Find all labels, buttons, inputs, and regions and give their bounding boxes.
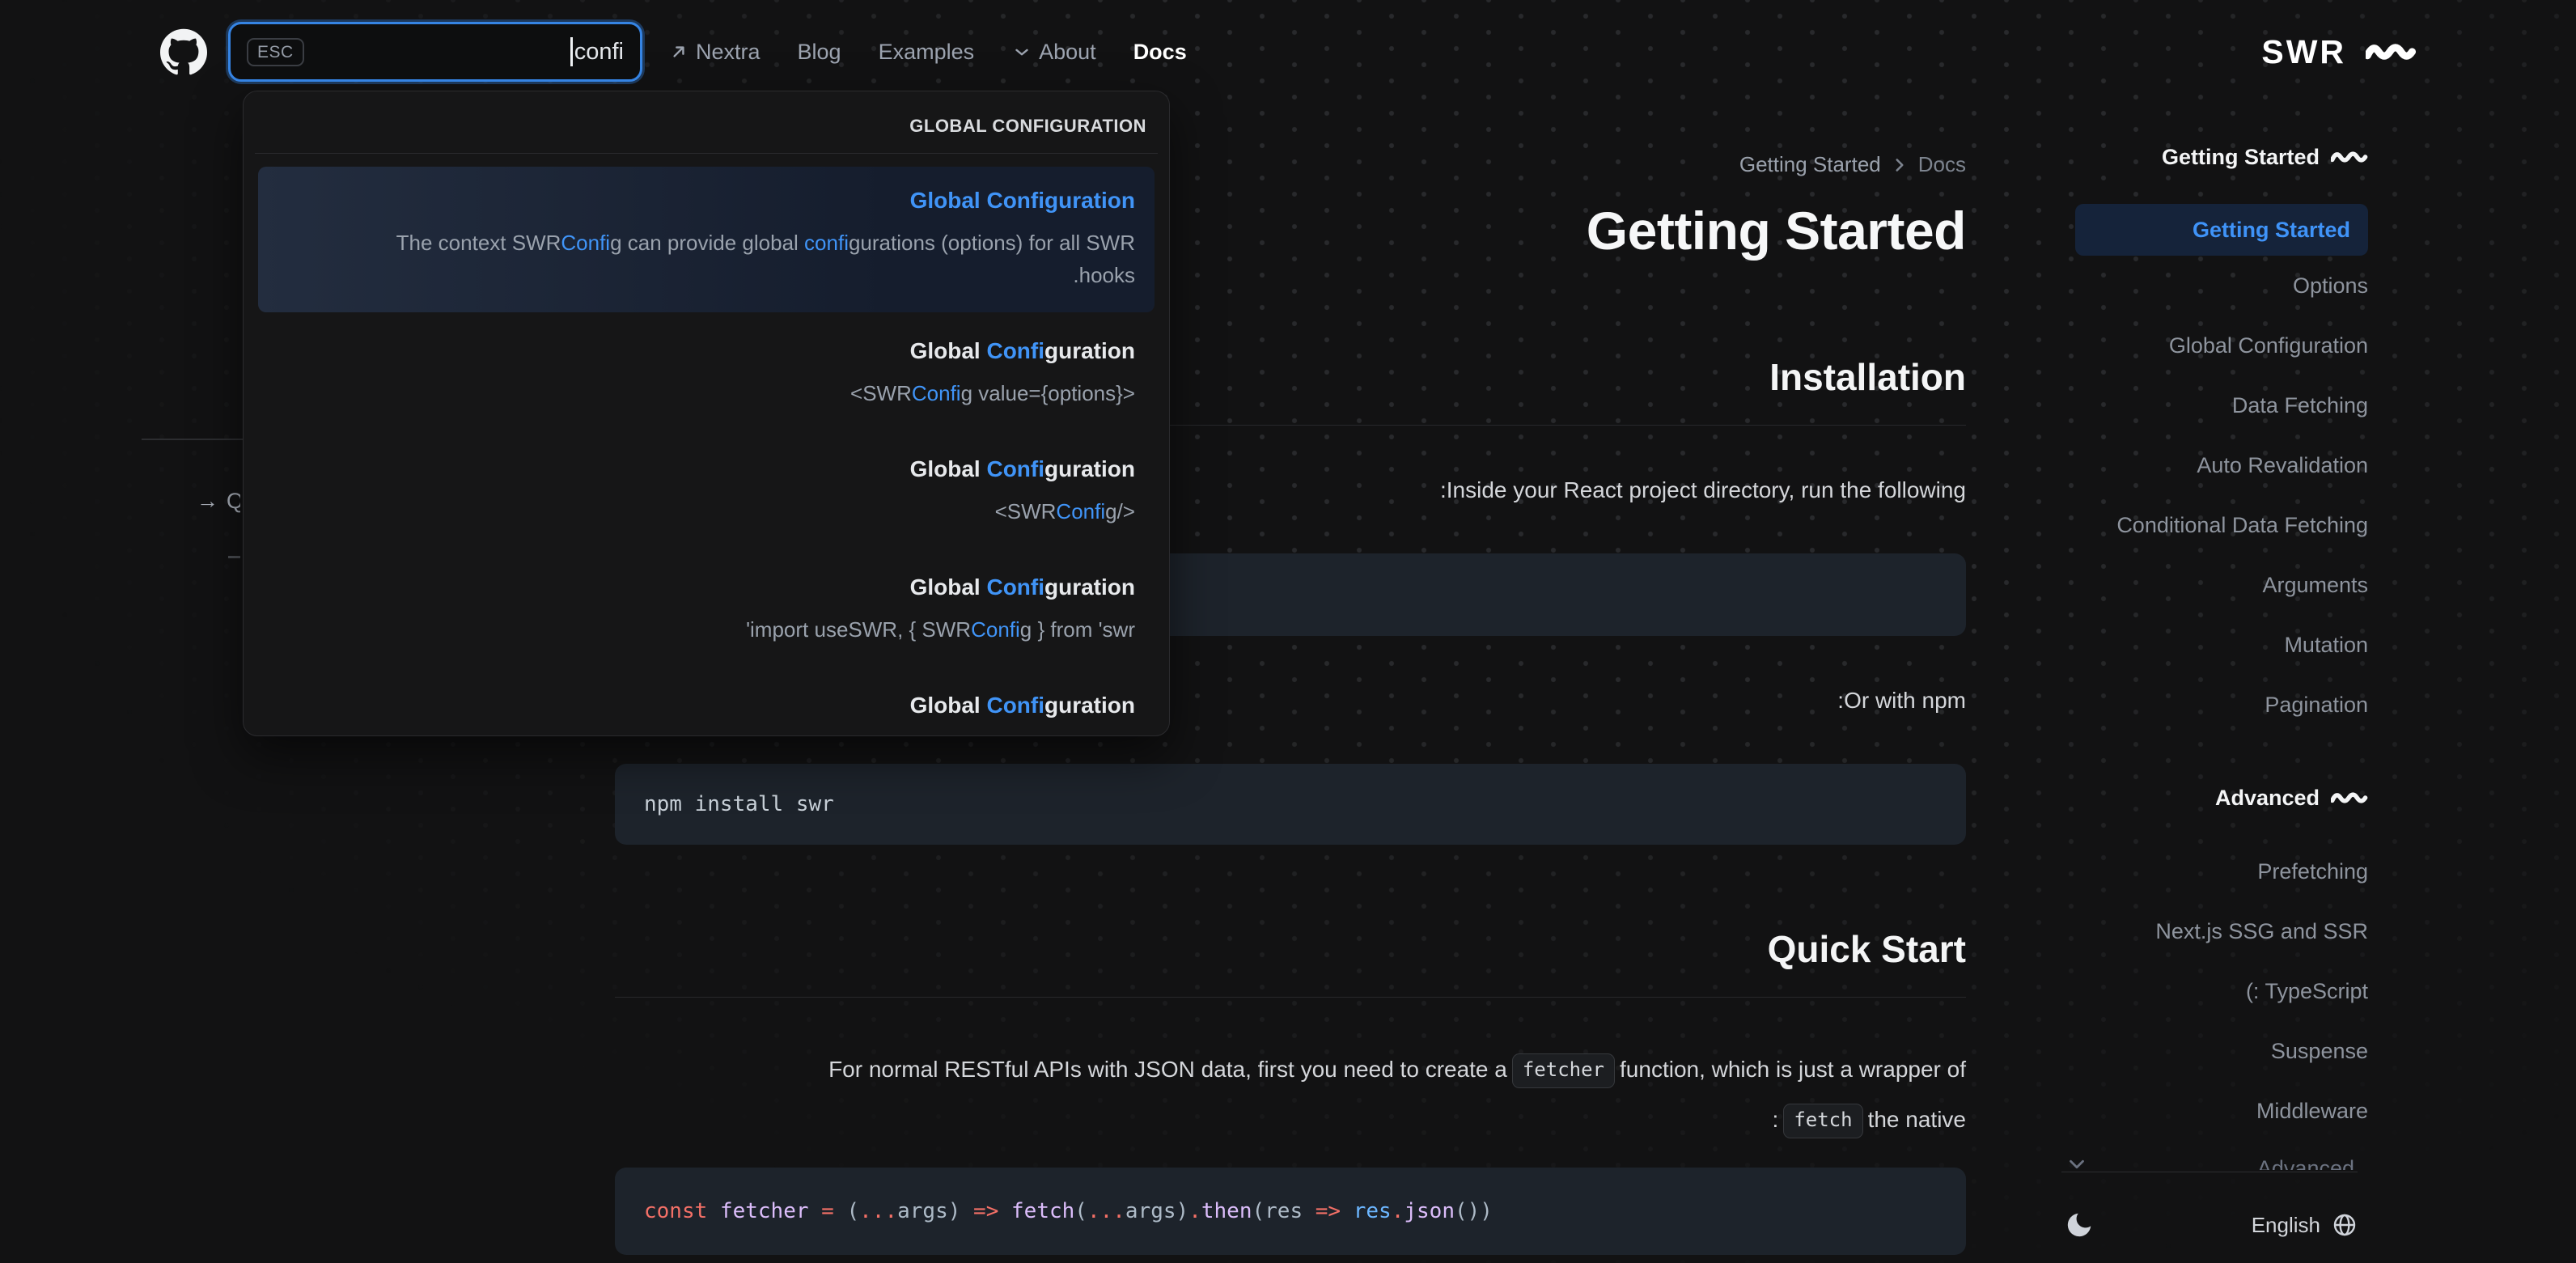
search-results-list: Global Configuration The context SWRConf…: [244, 154, 1169, 735]
chevron-down-icon: [2070, 1159, 2084, 1169]
language-selector[interactable]: English: [2252, 1212, 2358, 1238]
language-label: English: [2251, 1212, 2320, 1237]
sidebar-item-arguments[interactable]: Arguments: [2075, 555, 2368, 615]
sidebar-section-label: Advanced: [2214, 785, 2320, 810]
toc-item-label: Quick Start: [227, 489, 240, 513]
search-result[interactable]: Global Configuration <SWRConfig/>: [258, 437, 1155, 549]
toc-item-quick-start[interactable]: → Quick Start: [197, 489, 240, 514]
sidebar-clipped-label: Advanced: [2256, 1156, 2354, 1170]
search-result-excerpt: The context SWRConfig can provide global…: [396, 231, 1135, 287]
docs-sidebar: Getting Started Getting Started Options …: [2075, 104, 2368, 1141]
github-icon[interactable]: [160, 28, 207, 75]
nav-label: Docs: [1133, 39, 1187, 64]
search-result-excerpt: 'import useSWR, { SWRConfig } from 'swr: [746, 617, 1135, 642]
search-input-value: confi: [574, 38, 624, 65]
sidebar-item-pagination[interactable]: Pagination: [2075, 675, 2368, 735]
qs-text-1: For normal RESTful APIs with JSON data, …: [828, 1057, 1507, 1082]
search-result-excerpt: <SWRConfig value={options}>: [850, 381, 1135, 405]
sidebar-item-global-configuration[interactable]: Global Configuration: [2075, 316, 2368, 375]
sidebar-section-label: Getting Started: [2161, 144, 2320, 169]
search-result[interactable]: Global Configuration <SWRConfig value={o…: [258, 319, 1155, 430]
search-result-title: Global Configuration: [909, 693, 1135, 718]
breadcrumb-current: Getting Started: [1739, 152, 1881, 176]
swr-logo-text: SWR: [2261, 32, 2346, 70]
sidebar-item-options[interactable]: Options: [2075, 256, 2368, 316]
search-result-title: Global Configuration: [909, 188, 1135, 213]
sidebar-item-mutation[interactable]: Mutation: [2075, 615, 2368, 675]
theme-toggle-button[interactable]: [2061, 1207, 2097, 1243]
breadcrumb-parent[interactable]: Docs: [1918, 152, 1966, 177]
sidebar-list-advanced: Prefetching Next.js SSG and SSR (: TypeS…: [2075, 841, 2368, 1141]
qs-text-2: function, which is just a wrapper of: [1620, 1057, 1966, 1082]
sidebar-item-getting-started-active[interactable]: Getting Started: [2075, 204, 2368, 256]
nav-link-about[interactable]: About: [1011, 40, 1096, 65]
quick-start-paragraph: For normal RESTful APIs with JSON data, …: [615, 1045, 1966, 1145]
text-caret: [570, 37, 573, 66]
toc-dash: [228, 556, 240, 558]
search-result-selected[interactable]: Global Configuration The context SWRConf…: [258, 167, 1155, 312]
globe-icon: [2333, 1214, 2356, 1236]
sidebar-item-data-fetching[interactable]: Data Fetching: [2075, 375, 2368, 435]
sidebar-item-auto-revalidation[interactable]: Auto Revalidation: [2075, 435, 2368, 495]
swr-squiggle-icon: [2366, 44, 2416, 60]
sidebar-item-label: Getting Started: [2192, 217, 2350, 242]
search-result-excerpt: <SWRConfig/>: [994, 499, 1135, 523]
sidebar-list-getting-started: Options Global Configuration Data Fetchi…: [2075, 256, 2368, 735]
fetcher-code-line: const fetcher = (...args) => fetch(...ar…: [644, 1199, 1493, 1223]
sidebar-item-prefetching[interactable]: Prefetching: [2075, 841, 2368, 901]
sidebar-item-conditional-data-fetching[interactable]: Conditional Data Fetching: [2075, 495, 2368, 555]
navbar-links: Nextra Blog Examples About Docs: [668, 40, 1187, 65]
npm-command: npm install swr: [644, 792, 834, 816]
nav-link-nextra[interactable]: Nextra: [668, 40, 761, 65]
toc-divider: [142, 439, 244, 440]
sidebar-section-advanced: Advanced: [2075, 780, 2368, 816]
chevron-right-icon: [1896, 158, 1904, 172]
nav-link-docs[interactable]: Docs: [1133, 40, 1187, 65]
nav-label: About: [1039, 39, 1096, 64]
fetch-inline-code: fetch: [1783, 1104, 1863, 1139]
squiggle-icon: [2331, 151, 2368, 163]
external-link-icon: [673, 46, 684, 57]
swr-logo[interactable]: SWR: [2261, 33, 2416, 71]
sidebar-section-getting-started: Getting Started: [2075, 139, 2368, 175]
esc-key-badge: ESC: [247, 37, 304, 66]
qs-text-3: :: [1772, 1107, 1779, 1132]
sidebar-item-typescript[interactable]: (: TypeScript: [2075, 961, 2368, 1021]
search-results-dropdown: GLOBAL CONFIGURATION Global Configuratio…: [243, 91, 1170, 736]
sidebar-footer: English: [2061, 1199, 2358, 1251]
nav-link-examples[interactable]: Examples: [879, 40, 975, 65]
search-result-title: Global Configuration: [909, 456, 1135, 481]
moon-icon: [2067, 1213, 2091, 1237]
search-result-title: Global Configuration: [909, 338, 1135, 363]
nav-label: Nextra: [696, 39, 761, 64]
search-result-title: Global Configuration: [909, 574, 1135, 600]
fetcher-inline-code: fetcher: [1511, 1053, 1616, 1089]
sidebar-item-middleware[interactable]: Middleware: [2075, 1081, 2368, 1141]
nav-label: Blog: [797, 39, 841, 64]
nav-label: Examples: [878, 39, 975, 64]
search-result[interactable]: Global Configuration SWRConfig>: [258, 673, 1155, 735]
npm-code-block[interactable]: npm install swr: [615, 764, 1966, 845]
search-result-excerpt: SWRConfig>: [278, 731, 1135, 735]
chevron-down-icon: [1015, 49, 1028, 56]
arrow-right-icon: →: [197, 489, 218, 513]
sidebar-clipped-row: Advanced: [2061, 1152, 2358, 1170]
qs-text-4: the native: [1867, 1107, 1966, 1132]
top-navbar: ESC confi Nextra Blog Examples About Doc…: [0, 0, 2576, 104]
fetcher-code-block[interactable]: const fetcher = (...args) => fetch(...ar…: [615, 1168, 1966, 1255]
squiggle-icon: [2331, 792, 2368, 803]
sidebar-item-nextjs-ssg-ssr[interactable]: Next.js SSG and SSR: [2075, 901, 2368, 961]
search-input[interactable]: ESC confi: [228, 22, 642, 82]
nav-link-blog[interactable]: Blog: [798, 40, 841, 65]
sidebar-item-suspense[interactable]: Suspense: [2075, 1021, 2368, 1081]
quick-start-heading: Quick Start: [615, 927, 1966, 998]
page: → Quick Start Getting Started Docs Getti…: [0, 0, 2576, 1263]
search-result[interactable]: Global Configuration 'import useSWR, { S…: [258, 555, 1155, 667]
